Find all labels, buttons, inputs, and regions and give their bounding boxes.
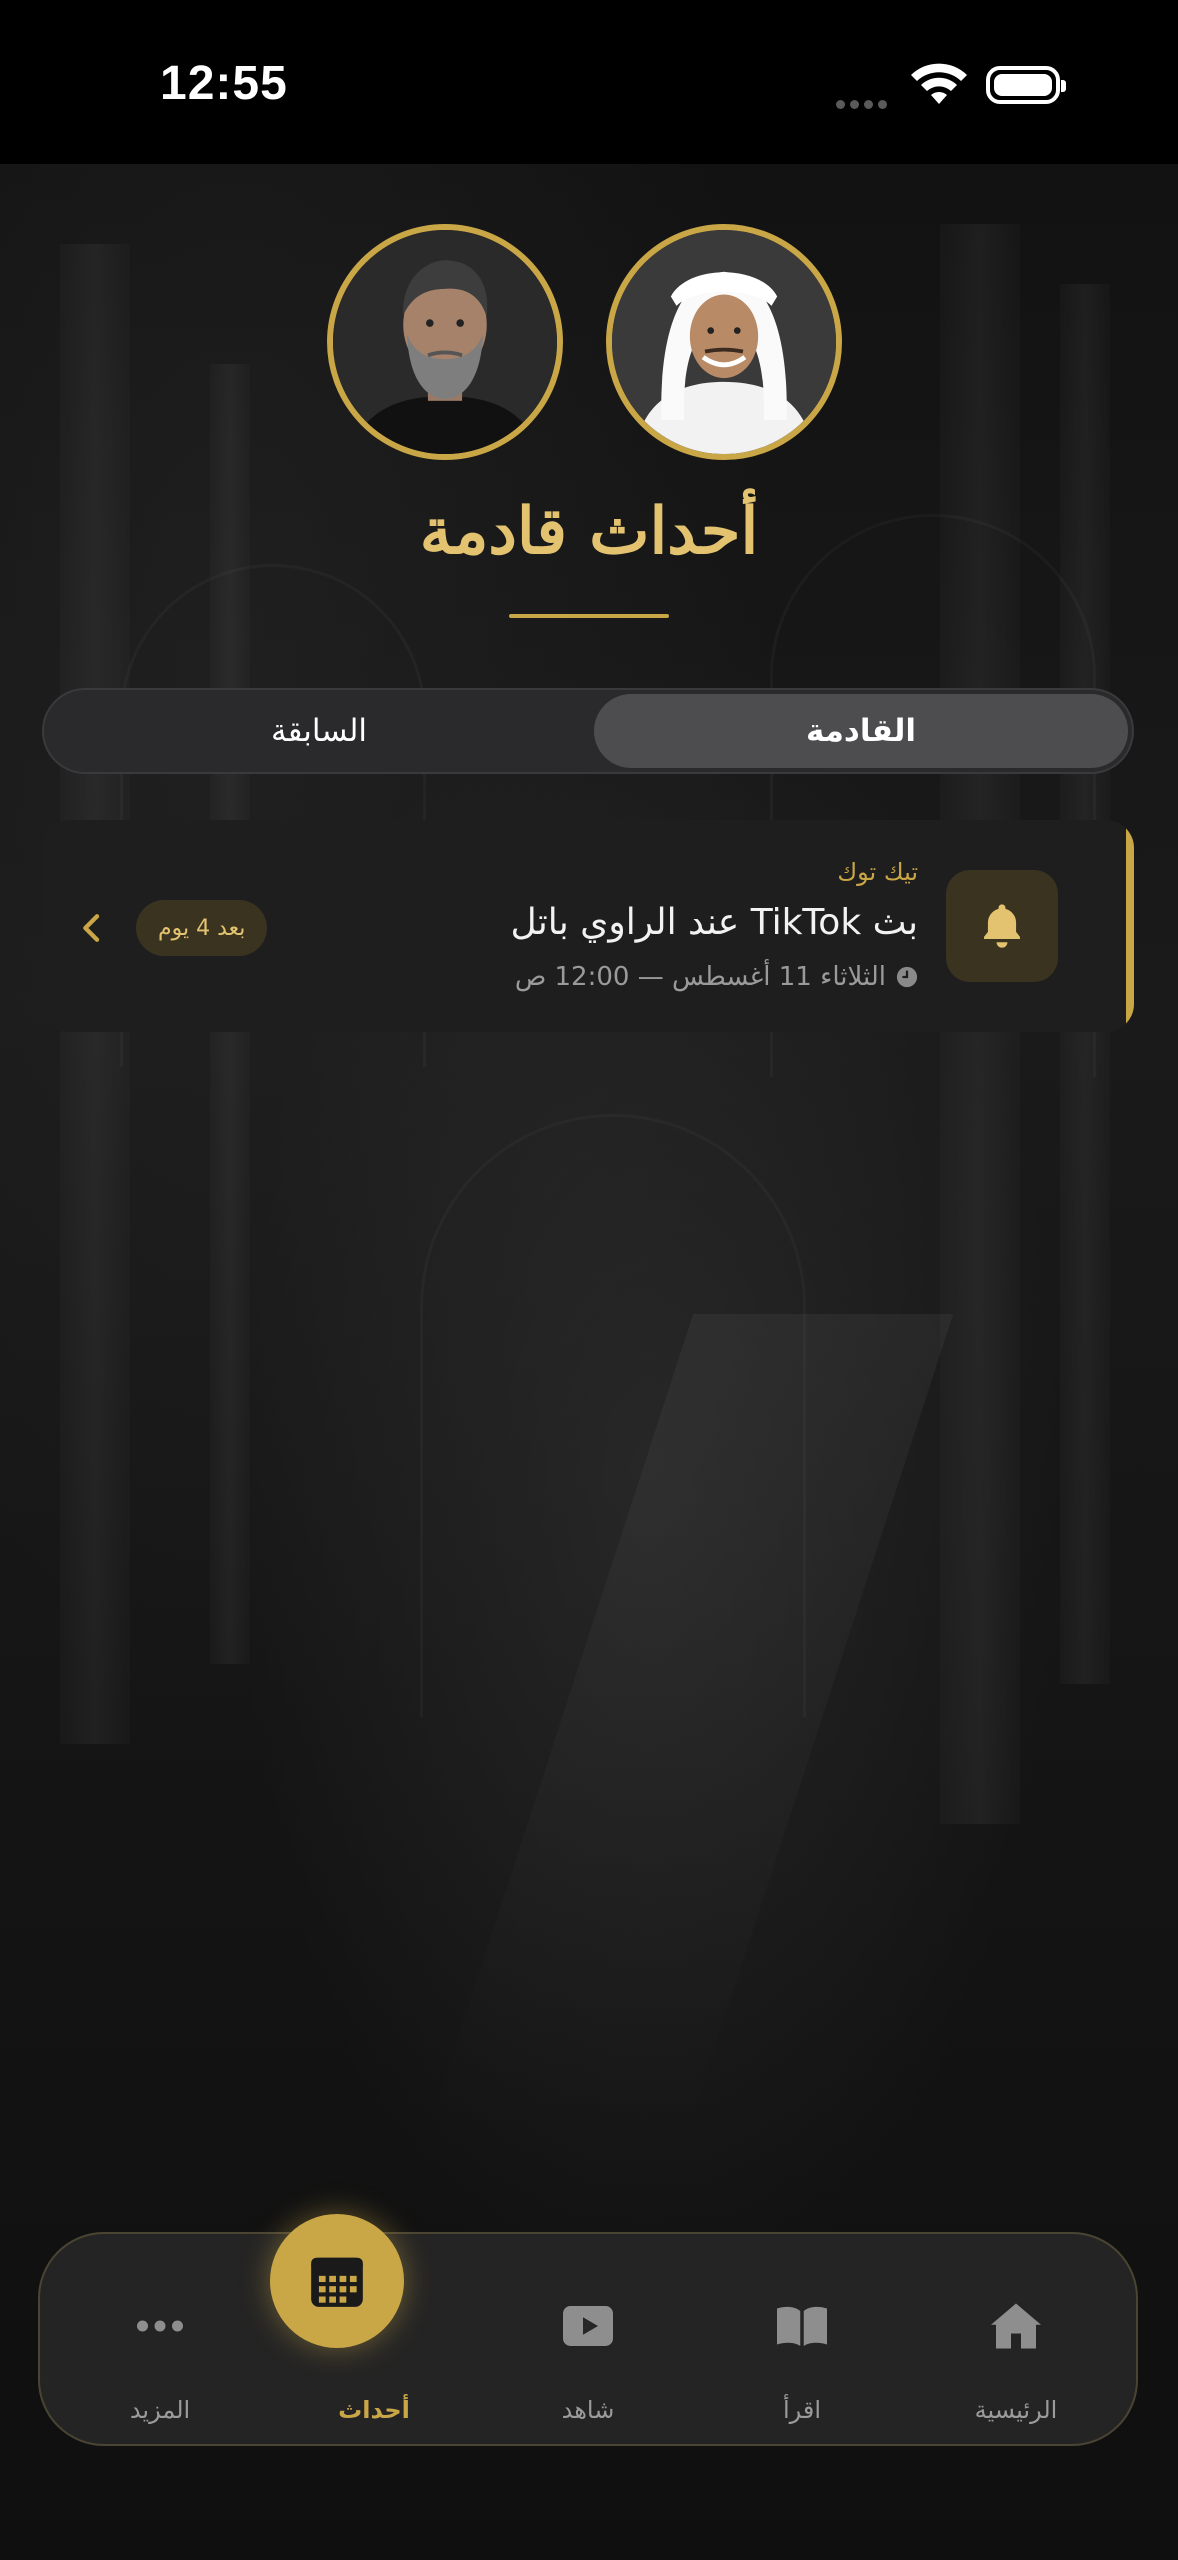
battery-icon xyxy=(986,66,1066,104)
tab-past[interactable]: السابقة xyxy=(52,694,586,768)
status-time: 12:55 xyxy=(160,57,288,110)
nav-label-more: المزيد xyxy=(129,2396,191,2424)
play-icon xyxy=(563,2306,613,2346)
bell-icon xyxy=(984,904,1020,948)
tab-upcoming[interactable]: القادمة xyxy=(594,694,1128,768)
nav-item-more[interactable]: المزيد xyxy=(80,2234,240,2448)
event-accent-bar xyxy=(1126,820,1134,1032)
nav-label-events: أحداث xyxy=(338,2396,410,2424)
page-title: أحداث قادمة xyxy=(419,494,759,569)
narrator-avatar-bearded[interactable] xyxy=(327,224,563,460)
nav-label-read: اقرأ xyxy=(782,2396,822,2424)
event-source: تيك توك xyxy=(837,858,918,886)
nav-label-watch: شاهد xyxy=(561,2396,615,2424)
event-card[interactable]: تيك توك بث TikTok عند الراوي باتل الثلاث… xyxy=(42,820,1134,1032)
status-bar: 12:55 xyxy=(0,0,1178,164)
clock-icon xyxy=(896,966,918,988)
calendar-icon xyxy=(311,2257,363,2307)
nav-label-home: الرئيسية xyxy=(974,2396,1058,2424)
event-datetime: الثلاثاء 11 أغسطس — 12:00 ص xyxy=(514,962,886,992)
events-segmented-control: القادمة السابقة xyxy=(42,688,1134,774)
wifi-icon xyxy=(911,63,967,104)
event-title: بث TikTok عند الراوي باتل xyxy=(510,902,918,943)
nav-item-watch[interactable]: شاهد xyxy=(508,2234,668,2448)
narrator-avatar-ghutra[interactable] xyxy=(606,224,842,460)
book-icon xyxy=(777,2306,827,2346)
nav-item-read[interactable]: اقرأ xyxy=(722,2234,882,2448)
home-icon xyxy=(991,2303,1041,2349)
countdown-badge: بعد 4 يوم xyxy=(136,900,268,956)
cellular-signal-icon xyxy=(836,94,892,113)
more-icon xyxy=(137,2320,183,2332)
chevron-left-icon[interactable] xyxy=(72,908,112,948)
events-nav-button[interactable] xyxy=(270,2214,404,2348)
nav-item-home[interactable]: الرئيسية xyxy=(936,2234,1096,2448)
bottom-navigation: الرئيسية اقرأ شاهد أحداث المزيد xyxy=(38,2232,1138,2446)
event-reminder-button[interactable] xyxy=(946,870,1058,982)
title-underline xyxy=(509,614,669,618)
event-datetime-row: الثلاثاء 11 أغسطس — 12:00 ص xyxy=(515,962,918,992)
